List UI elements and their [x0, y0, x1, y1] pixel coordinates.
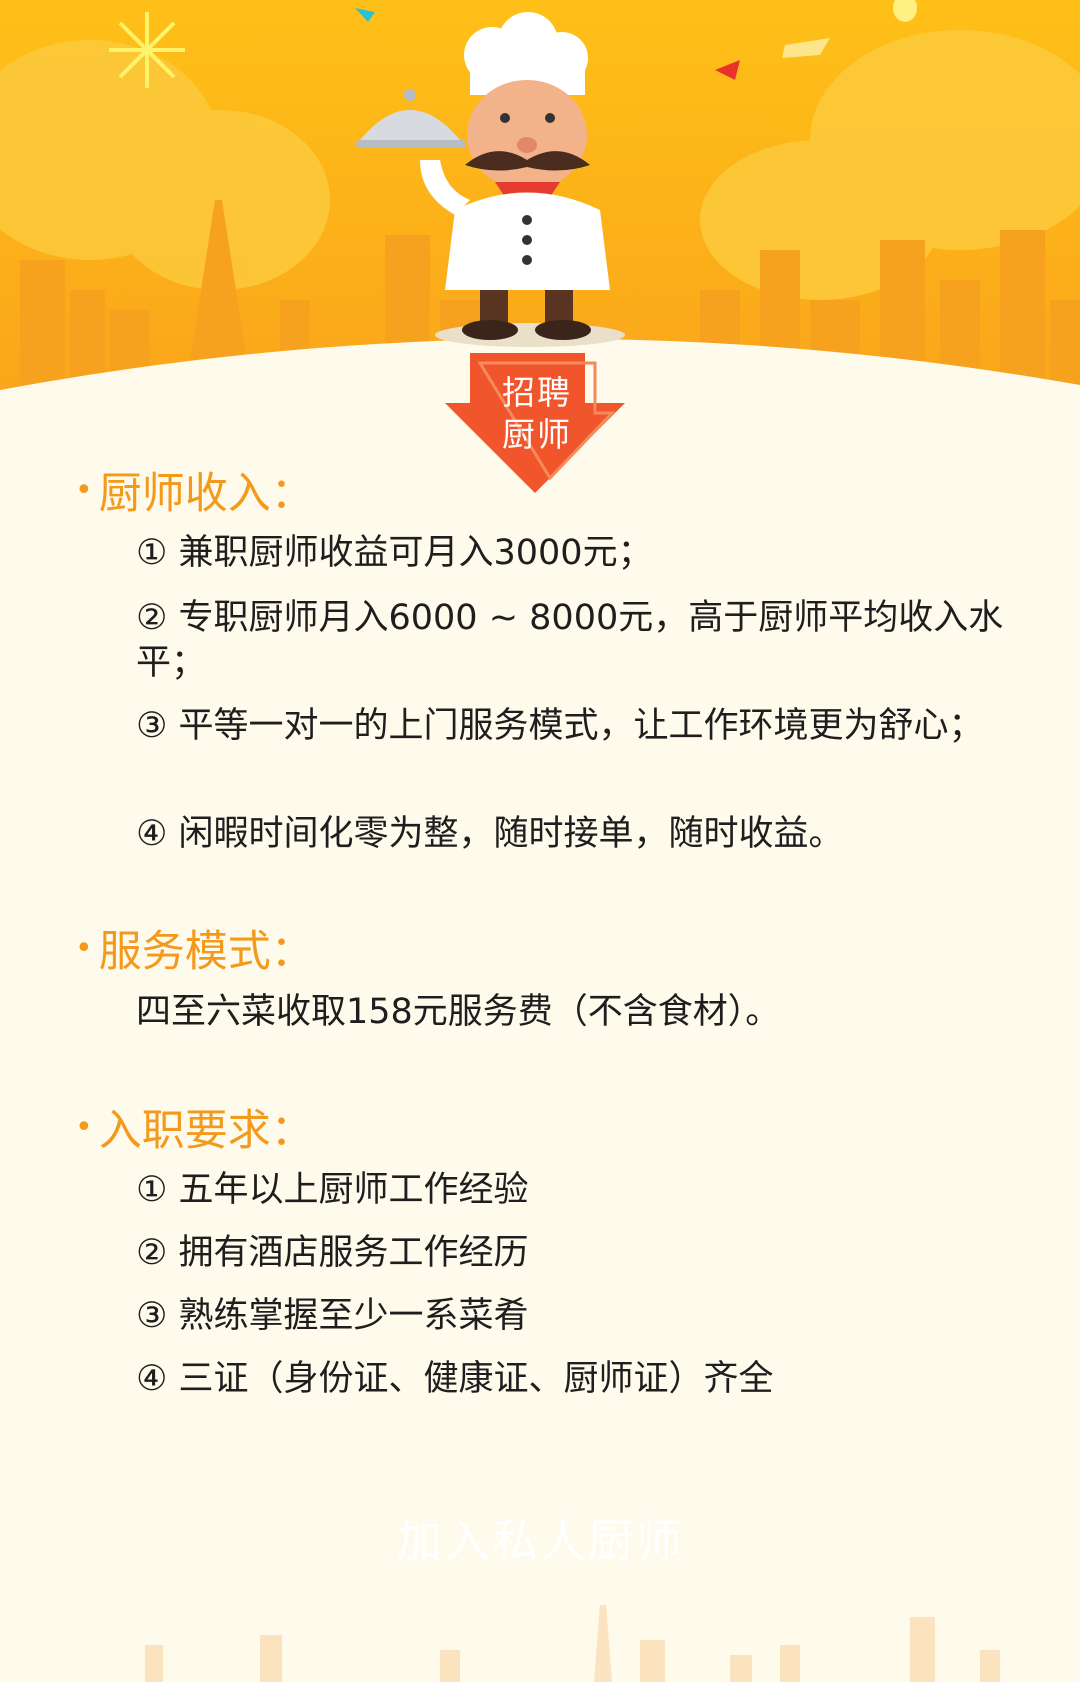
section-title-service: • 服务模式： [75, 927, 314, 977]
list-item: ② 拥有酒店服务工作经历 [136, 1233, 529, 1273]
badge-line-2: 厨师 [502, 415, 572, 454]
join-button[interactable]: 加入私人厨师 [0, 1505, 1080, 1571]
section-title-text: 厨师收入： [98, 469, 314, 519]
list-item: ③ 平等一对一的上门服务模式，让工作环境更为舒心； [136, 706, 984, 746]
list-item: ② 专职厨师月入6000 ~ 8000元，高于厨师平均收入水平； [136, 598, 1004, 683]
list-item: ④ 闲暇时间化零为整，随时接单，随时收益。 [136, 814, 844, 854]
list-item: ③ 熟练掌握至少一系菜肴 [136, 1296, 529, 1336]
list-item: ① 五年以上厨师工作经验 [136, 1170, 529, 1210]
recruit-badge-label: 招聘 厨师 [492, 372, 582, 456]
section-title-requirements: • 入职要求： [75, 1106, 314, 1156]
footer-skyline [145, 1605, 1000, 1682]
section-title-text: 入职要求： [98, 1106, 314, 1156]
badge-line-1: 招聘 [502, 373, 572, 412]
list-item: ① 兼职厨师收益可月入3000元； [136, 533, 653, 573]
section-title-text: 服务模式： [98, 927, 314, 977]
list-item: 四至六菜收取158元服务费（不含食材）。 [136, 992, 781, 1032]
sparkle-icon [109, 12, 185, 88]
section-title-income: • 厨师收入： [75, 469, 314, 519]
list-item: ④ 三证（身份证、健康证、厨师证）齐全 [136, 1359, 774, 1399]
